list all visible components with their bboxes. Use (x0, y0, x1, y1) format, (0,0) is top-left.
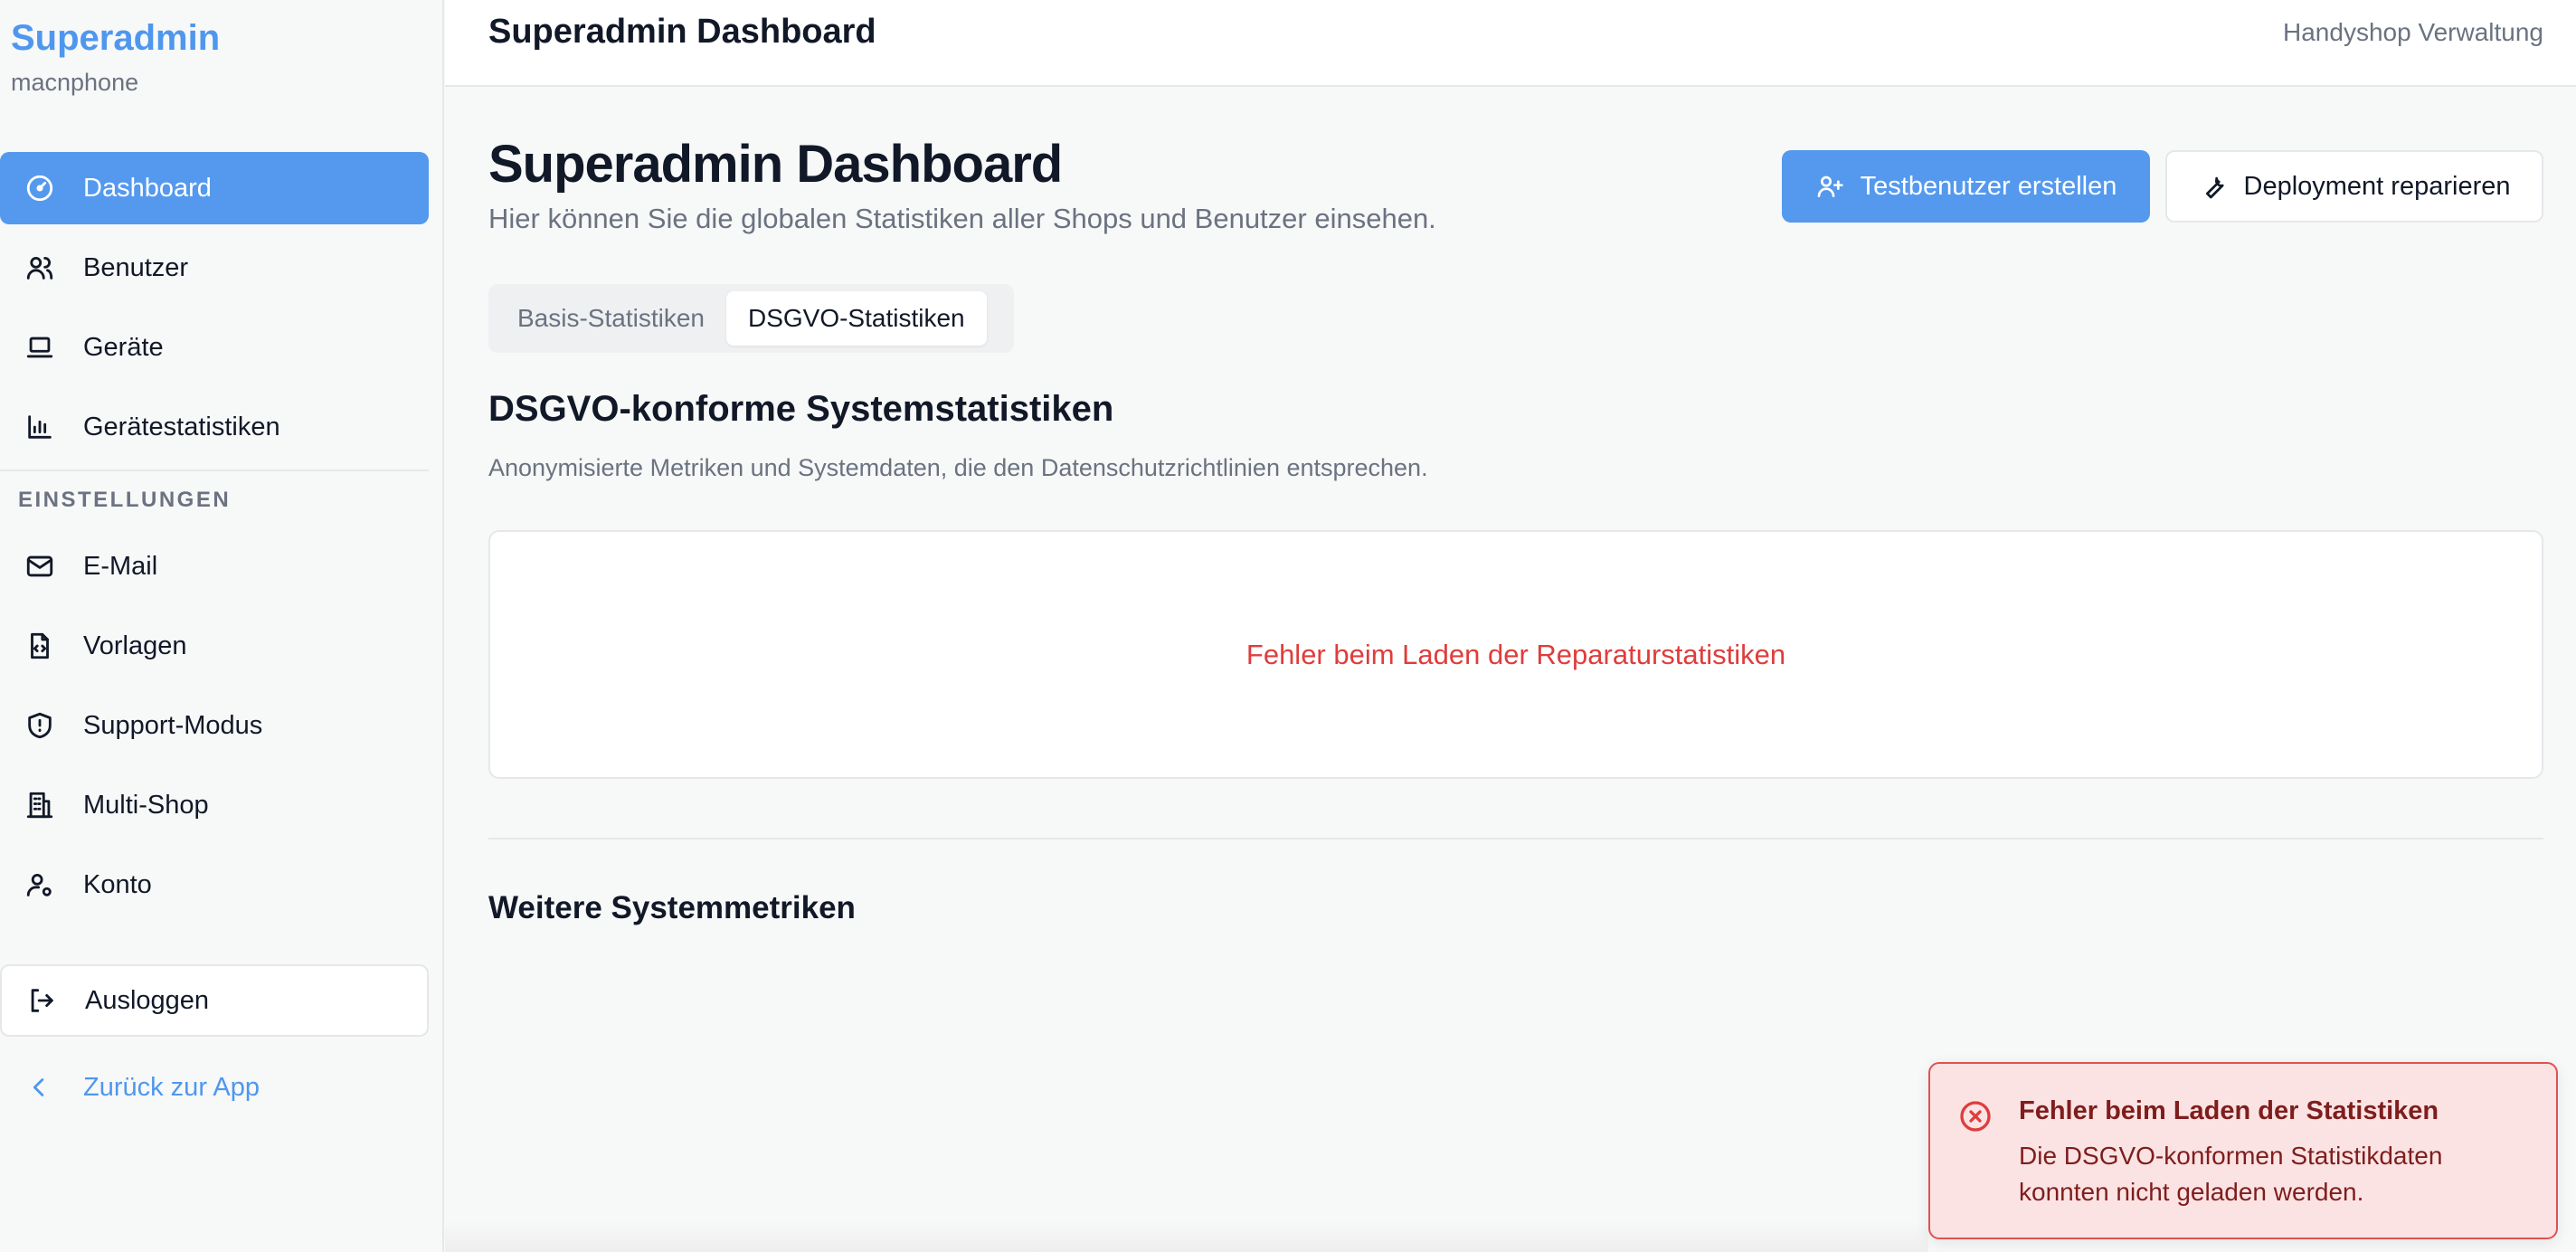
repair-deployment-label: Deployment reparieren (2243, 171, 2511, 201)
sidebar-item-konto[interactable]: Konto (0, 849, 429, 921)
toast-title: Fehler beim Laden der Statistiken (2019, 1096, 2439, 1125)
topbar-app-name: Handyshop Verwaltung (2283, 18, 2543, 46)
create-test-user-button[interactable]: Testbenutzer erstellen (1782, 150, 2150, 223)
sidebar-item-label: Dashboard (83, 173, 212, 203)
sidebar-item-multi-shop[interactable]: Multi-Shop (0, 769, 429, 841)
wrench-icon (2205, 176, 2224, 199)
logout-label: Ausloggen (85, 985, 210, 1015)
shield-icon (22, 707, 58, 744)
back-to-app-link[interactable]: Zurück zur App (0, 1051, 429, 1124)
sidebar-item-email[interactable]: E-Mail (0, 530, 429, 602)
sidebar-item-support-modus[interactable]: Support-Modus (0, 689, 429, 762)
topbar: Superadmin Dashboard Handyshop Verwaltun… (445, 0, 2576, 87)
settings-section-label: EINSTELLUNGEN (18, 488, 232, 512)
statistics-tabs: Basis-Statistiken DSGVO-Statistiken (488, 284, 1014, 353)
toast-message: Die DSGVO-konformen Statistikdaten konnt… (2019, 1142, 2443, 1206)
gauge-icon (22, 170, 58, 206)
sidebar-item-benutzer[interactable]: Benutzer (0, 232, 429, 304)
section-divider (488, 838, 2543, 839)
topbar-title: Superadmin Dashboard (488, 13, 876, 51)
section-title: DSGVO-konforme Systemstatistiken (488, 389, 1114, 429)
tab-dsgvo-statistiken[interactable]: DSGVO-Statistiken (725, 291, 987, 346)
sidebar-item-label: E-Mail (83, 551, 158, 581)
logout-button[interactable]: Ausloggen (0, 964, 429, 1037)
chevron-left-icon (22, 1069, 58, 1105)
back-to-app-label: Zurück zur App (83, 1072, 260, 1102)
bottom-shadow (445, 1221, 1928, 1252)
sidebar-item-label: Vorlagen (83, 631, 187, 660)
sidebar-item-label: Benutzer (83, 252, 189, 282)
user-plus-icon (1817, 175, 1843, 197)
repair-deployment-button[interactable]: Deployment reparieren (2165, 150, 2543, 223)
sidebar-item-label: Geräte (83, 332, 164, 362)
error-toast[interactable]: Fehler beim Laden der Statistiken Die DS… (1928, 1062, 2558, 1239)
brand-title: Superadmin (11, 18, 221, 58)
sidebar-item-geraete[interactable]: Geräte (0, 311, 429, 384)
section-description: Anonymisierte Metriken und Systemdaten, … (488, 454, 1428, 481)
error-circle-icon (1957, 1098, 1994, 1134)
tab-basis-statistiken[interactable]: Basis-Statistiken (496, 291, 726, 346)
subsection-title: Weitere Systemmetriken (488, 890, 856, 925)
sidebar-item-label: Gerätestatistiken (83, 412, 280, 441)
laptop-icon (22, 329, 58, 365)
sidebar-item-geraetestatistiken[interactable]: Gerätestatistiken (0, 391, 429, 463)
sidebar-divider (0, 470, 429, 471)
sidebar: Superadmin macnphone Dashboard Benutzer … (0, 0, 444, 1252)
log-out-icon (24, 982, 60, 1019)
error-message: Fehler beim Laden der Reparaturstatistik… (1245, 638, 1786, 670)
building-icon (22, 787, 58, 823)
sidebar-item-dashboard[interactable]: Dashboard (0, 152, 429, 224)
file-code-icon (22, 628, 58, 664)
sidebar-item-label: Konto (83, 869, 152, 899)
page-description: Hier können Sie die globalen Statistiken… (488, 203, 1436, 234)
brand-subtitle: macnphone (11, 69, 139, 96)
users-icon (22, 250, 58, 286)
mail-icon (22, 548, 58, 584)
statistics-error-card: Fehler beim Laden der Reparaturstatistik… (488, 530, 2543, 779)
user-cog-icon (22, 867, 58, 903)
sidebar-item-label: Multi-Shop (83, 790, 209, 820)
sidebar-item-label: Support-Modus (83, 710, 263, 740)
create-test-user-label: Testbenutzer erstellen (1860, 171, 2117, 201)
page-title: Superadmin Dashboard (488, 135, 1063, 194)
bar-chart-icon (22, 409, 58, 445)
sidebar-item-vorlagen[interactable]: Vorlagen (0, 610, 429, 682)
